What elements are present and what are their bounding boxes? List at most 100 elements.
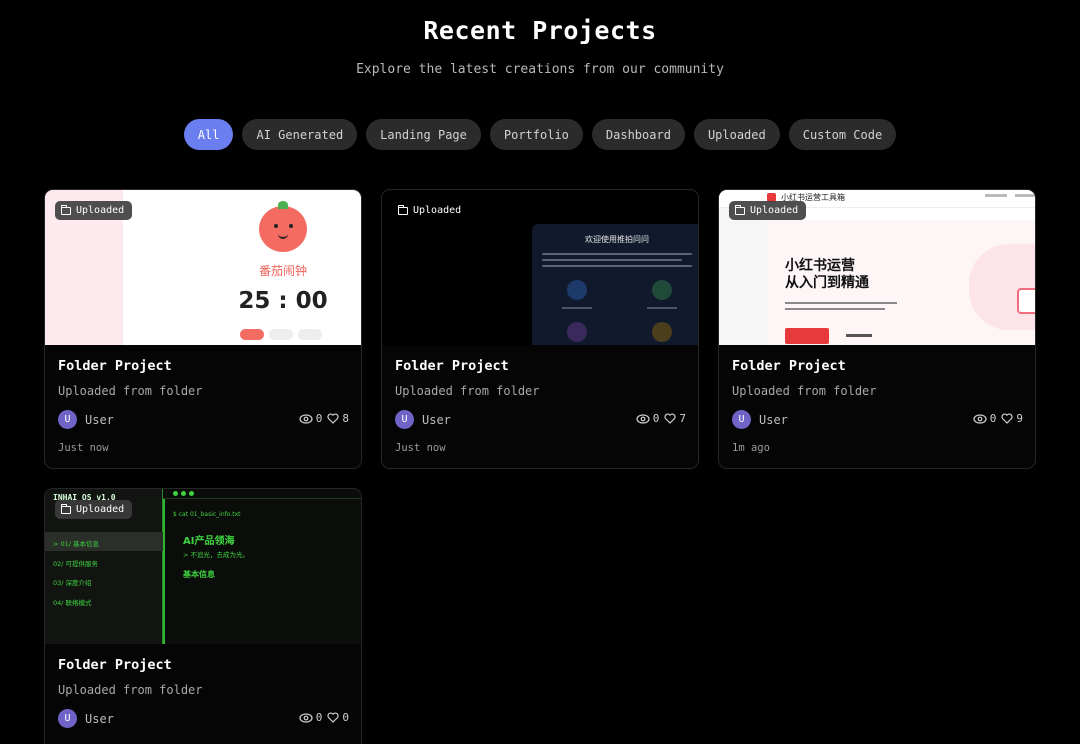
likes-count: 8 bbox=[342, 412, 349, 425]
views-count: 0 bbox=[315, 711, 323, 724]
window-dot-icon bbox=[181, 491, 186, 496]
window-dot-icon bbox=[173, 491, 178, 496]
views-count: 0 bbox=[652, 412, 660, 425]
views-stat: 0 bbox=[636, 412, 660, 425]
card-author[interactable]: U User bbox=[58, 709, 114, 728]
heart-icon bbox=[664, 413, 676, 424]
preview-divider bbox=[163, 499, 165, 644]
uploaded-badge: Uploaded bbox=[392, 201, 469, 220]
project-card[interactable]: 欢迎使用推拍问问 Uploaded Folder Project Uploade… bbox=[381, 189, 699, 469]
uploaded-badge: Uploaded bbox=[729, 201, 807, 220]
folder-icon bbox=[398, 204, 408, 215]
preview-nav-link bbox=[985, 194, 1007, 197]
filter-chip-dashboard[interactable]: Dashboard bbox=[591, 119, 685, 150]
preview-nav-link bbox=[1015, 194, 1035, 197]
preview-text-line bbox=[785, 302, 897, 304]
user-icon bbox=[652, 280, 672, 300]
preview-illustration bbox=[969, 244, 1035, 330]
eye-icon bbox=[973, 413, 987, 424]
preview-menu-item: 03/ 深度介绍 bbox=[53, 579, 92, 587]
card-author[interactable]: U User bbox=[395, 410, 451, 429]
views-stat: 0 bbox=[299, 412, 322, 425]
likes-count: 9 bbox=[1016, 412, 1023, 425]
likes-stat[interactable]: 7 bbox=[664, 412, 686, 425]
eye-icon bbox=[299, 712, 313, 723]
card-title[interactable]: Folder Project bbox=[395, 358, 509, 374]
filter-chip-portfolio[interactable]: Portfolio bbox=[489, 119, 583, 150]
preview-headline-line-2: 从入门到精通 bbox=[785, 275, 869, 291]
author-name: User bbox=[85, 412, 114, 427]
filter-bar: All AI Generated Landing Page Portfolio … bbox=[0, 119, 1080, 150]
camera-icon bbox=[567, 280, 587, 300]
filter-chip-all[interactable]: All bbox=[183, 119, 234, 150]
preview-heading: AI产品领海 bbox=[183, 536, 235, 547]
project-card[interactable]: INHAI OS v1.0 > 01/ 基本信息 02/ 可提供服务 03/ 深… bbox=[44, 488, 362, 744]
preview-command: $ cat 01_basic_info.txt bbox=[173, 511, 241, 518]
card-title[interactable]: Folder Project bbox=[732, 358, 846, 374]
likes-count: 0 bbox=[342, 711, 349, 724]
preview-text-line bbox=[542, 259, 682, 261]
filter-chip-ai-generated[interactable]: AI Generated bbox=[242, 119, 358, 150]
card-title[interactable]: Folder Project bbox=[58, 657, 172, 673]
page-subtitle: Explore the latest creations from our co… bbox=[356, 62, 724, 77]
likes-stat[interactable]: 8 bbox=[327, 412, 349, 425]
card-stats: 0 9 bbox=[973, 412, 1023, 425]
preview-menu-item: > 01/ 基本信息 bbox=[53, 540, 100, 548]
leaf-icon bbox=[278, 201, 288, 209]
eye-icon bbox=[636, 413, 650, 424]
badge-label: Uploaded bbox=[413, 205, 462, 216]
preview-tagline: > 不追光，去成为光。 bbox=[183, 551, 250, 559]
box-icon bbox=[652, 322, 672, 342]
views-stat: 0 bbox=[299, 711, 323, 724]
preview-section: 基本信息 bbox=[183, 570, 215, 579]
avatar: U bbox=[732, 410, 751, 429]
preview-pill bbox=[298, 329, 322, 340]
preview-illustration-card bbox=[1017, 288, 1035, 314]
folder-icon bbox=[61, 503, 71, 514]
avatar: U bbox=[58, 410, 77, 429]
uploaded-badge: Uploaded bbox=[55, 500, 133, 519]
views-stat: 0 bbox=[973, 412, 997, 425]
avatar: U bbox=[395, 410, 414, 429]
preview-heading: 欢迎使用推拍问问 bbox=[585, 235, 649, 244]
eye-icon bbox=[299, 413, 313, 424]
preview-pill bbox=[269, 329, 293, 340]
card-title[interactable]: Folder Project bbox=[58, 358, 172, 374]
preview-secondary-link bbox=[846, 334, 872, 337]
preview-caption bbox=[562, 307, 592, 309]
project-card[interactable]: 番茄闹钟 25 : 00 Uploaded Folder Project Upl… bbox=[44, 189, 362, 469]
card-author[interactable]: U User bbox=[58, 410, 114, 429]
project-card[interactable]: 小红书运营工具箱 小红书运营 从入门到精通 Uploaded Folder Pr… bbox=[718, 189, 1036, 469]
pen-icon bbox=[567, 322, 587, 342]
tomato-icon bbox=[259, 206, 307, 252]
card-description: Uploaded from folder bbox=[58, 683, 203, 697]
likes-stat[interactable]: 0 bbox=[327, 711, 349, 724]
card-description: Uploaded from folder bbox=[395, 384, 540, 398]
card-timestamp: Just now bbox=[395, 442, 446, 454]
author-name: User bbox=[85, 711, 114, 726]
preview-caption bbox=[647, 307, 677, 309]
preview-text-line bbox=[542, 253, 692, 255]
card-description: Uploaded from folder bbox=[732, 384, 877, 398]
preview-app-name: 番茄闹钟 bbox=[258, 264, 307, 278]
eye-icon bbox=[289, 224, 293, 228]
card-timestamp: Just now bbox=[58, 442, 109, 454]
preview-menu-item: 04/ 联络模式 bbox=[53, 599, 92, 607]
page-title: Recent Projects bbox=[423, 16, 657, 45]
preview-timer: 25 : 00 bbox=[238, 288, 328, 314]
uploaded-badge: Uploaded bbox=[55, 201, 133, 220]
views-count: 0 bbox=[989, 412, 997, 425]
filter-chip-custom-code[interactable]: Custom Code bbox=[788, 119, 897, 150]
preview-cta-button bbox=[785, 328, 829, 344]
folder-icon bbox=[735, 204, 745, 215]
filter-chip-uploaded[interactable]: Uploaded bbox=[693, 119, 780, 150]
author-name: User bbox=[422, 412, 451, 427]
preview-menu-item: 02/ 可提供服务 bbox=[53, 560, 99, 568]
card-author[interactable]: U User bbox=[732, 410, 788, 429]
filter-chip-landing-page[interactable]: Landing Page bbox=[366, 119, 481, 150]
projects-page: Recent Projects Explore the latest creat… bbox=[0, 0, 1080, 744]
likes-stat[interactable]: 9 bbox=[1001, 412, 1023, 425]
badge-label: Uploaded bbox=[750, 205, 799, 216]
preview-text-line bbox=[542, 265, 692, 267]
preview-sidebar bbox=[719, 208, 767, 345]
